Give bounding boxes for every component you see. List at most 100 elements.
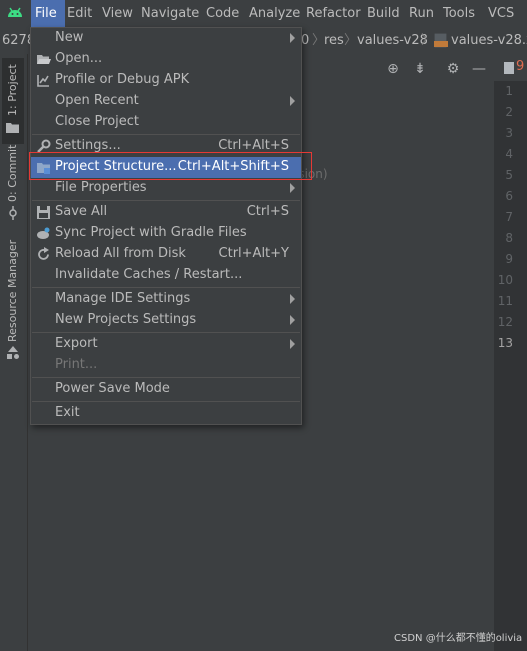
menu-separator	[32, 287, 300, 288]
menu-refactor[interactable]: Refactor	[306, 0, 361, 27]
menu-item-open[interactable]: Open...	[31, 49, 301, 70]
tool-window-stripe: 1: Project 0: Commit Resource Manager	[0, 54, 28, 651]
menu-item-reload-from-disk[interactable]: Reload All from Disk Ctrl+Alt+Y	[31, 244, 301, 265]
gear-icon[interactable]: ⚙	[443, 58, 463, 80]
menu-item-invalidate-caches[interactable]: Invalidate Caches / Restart...	[31, 265, 301, 286]
line-number: 5	[505, 168, 513, 182]
submenu-arrow-icon	[290, 294, 295, 304]
menu-edit[interactable]: Edit	[67, 0, 92, 27]
resource-manager-icon	[7, 346, 19, 359]
menu-code[interactable]: Code	[206, 0, 239, 27]
submenu-arrow-icon	[290, 96, 295, 106]
menu-item-label: Manage IDE Settings	[55, 291, 191, 306]
submenu-arrow-icon	[290, 339, 295, 349]
menu-bar: File Edit View Navigate Code Analyze Ref…	[0, 0, 527, 27]
file-menu-dropdown: New Open... Profile or Debug APK Open Re…	[30, 27, 302, 425]
menu-item-label: Settings...	[55, 138, 121, 153]
line-number: 9	[505, 252, 513, 266]
menu-item-new[interactable]: New	[31, 28, 301, 49]
menu-view[interactable]: View	[102, 0, 133, 27]
watermark: CSDN @什么都不懂的olivia	[394, 633, 523, 644]
menu-navigate[interactable]: Navigate	[141, 0, 199, 27]
menu-item-shortcut: Ctrl+Alt+Y	[218, 246, 289, 261]
breadcrumb-separator-icon: 〉	[344, 33, 358, 48]
tab-project[interactable]: 1: Project	[2, 58, 24, 144]
menu-separator	[32, 134, 300, 135]
project-panel-toolbar: ⊕ ⇟ ⚙ —	[375, 58, 494, 80]
profile-apk-icon	[37, 75, 49, 87]
menu-run[interactable]: Run	[409, 0, 434, 27]
menu-analyze[interactable]: Analyze	[249, 0, 300, 27]
menu-separator	[32, 401, 300, 402]
menu-tools[interactable]: Tools	[443, 0, 475, 27]
locate-file-icon[interactable]: ⊕	[383, 58, 403, 80]
menu-item-power-save-mode[interactable]: Power Save Mode	[31, 379, 301, 400]
line-number: 10	[497, 273, 513, 287]
menu-item-label: Reload All from Disk	[55, 246, 186, 261]
menu-item-label: Open Recent	[55, 93, 139, 108]
hide-icon[interactable]: —	[469, 58, 489, 80]
menu-item-open-recent[interactable]: Open Recent	[31, 91, 301, 112]
submenu-arrow-icon	[290, 315, 295, 325]
line-number: 1	[505, 84, 513, 98]
submenu-arrow-icon	[290, 183, 295, 193]
gradle-sync-icon	[37, 227, 50, 239]
annotation-highlight-box	[29, 152, 312, 180]
reload-icon	[38, 247, 49, 260]
menu-file[interactable]: File	[31, 0, 65, 27]
menu-vcs[interactable]: VCS	[488, 0, 514, 27]
menu-item-print[interactable]: Print...	[31, 355, 301, 376]
collapse-all-icon[interactable]: ⇟	[410, 58, 430, 80]
editor-tab-bar: 9	[494, 54, 527, 82]
line-number: 6	[505, 189, 513, 203]
menu-item-close-project[interactable]: Close Project	[31, 112, 301, 133]
editor-tab-label[interactable]: 9	[516, 59, 524, 74]
menu-item-shortcut: Ctrl+S	[246, 204, 289, 219]
tab-commit-label: 0: Commit	[6, 144, 19, 202]
menu-item-file-properties[interactable]: File Properties	[31, 178, 301, 199]
menu-item-label: Exit	[55, 405, 80, 420]
menu-separator	[32, 332, 300, 333]
tab-project-label: 1: Project	[6, 64, 19, 116]
line-number: 4	[505, 147, 513, 161]
tab-resource-manager[interactable]: Resource Manager	[2, 239, 24, 364]
line-number: 12	[497, 315, 513, 329]
line-number: 3	[505, 126, 513, 140]
menu-separator	[32, 377, 300, 378]
menu-item-new-projects-settings[interactable]: New Projects Settings	[31, 310, 301, 331]
line-number-gutter: 1 2 3 4 5 6 7 8 9 10 11 12 13	[494, 81, 527, 651]
tab-resource-manager-label: Resource Manager	[6, 239, 19, 342]
breadcrumb-path[interactable]: 0	[301, 27, 309, 54]
menu-item-manage-ide-settings[interactable]: Manage IDE Settings	[31, 289, 301, 310]
tab-commit[interactable]: 0: Commit	[2, 145, 24, 222]
menu-item-label: File Properties	[55, 180, 147, 195]
line-number: 2	[505, 105, 513, 119]
menu-build[interactable]: Build	[367, 0, 400, 27]
line-number: 8	[505, 231, 513, 245]
breadcrumb-folder[interactable]: values-v28	[357, 27, 428, 54]
menu-item-exit[interactable]: Exit	[31, 403, 301, 424]
menu-item-label: Save All	[55, 204, 108, 219]
save-icon	[37, 206, 50, 219]
menu-item-label: Export	[55, 336, 98, 351]
breadcrumb-separator-icon: 〉	[421, 33, 435, 48]
line-number: 11	[497, 294, 513, 308]
menu-item-profile-debug-apk[interactable]: Profile or Debug APK	[31, 70, 301, 91]
breadcrumb-file[interactable]: values-v28.xn	[451, 27, 527, 54]
menu-item-export[interactable]: Export	[31, 334, 301, 355]
folder-open-icon	[37, 55, 51, 64]
menu-item-save-all[interactable]: Save All Ctrl+S	[31, 202, 301, 223]
line-number: 7	[505, 210, 513, 224]
breadcrumb-res[interactable]: res	[324, 27, 344, 54]
commit-icon	[9, 206, 17, 220]
editor-tab-file-icon[interactable]	[504, 62, 514, 74]
menu-item-label: Open...	[55, 51, 103, 66]
submenu-arrow-icon	[290, 33, 295, 43]
menu-item-label: Power Save Mode	[55, 381, 170, 396]
menu-item-label: New	[55, 30, 84, 45]
menu-item-shortcut: Ctrl+Alt+S	[218, 138, 289, 153]
menu-item-sync-gradle[interactable]: Sync Project with Gradle Files	[31, 223, 301, 244]
menu-item-label: Close Project	[55, 114, 140, 129]
menu-item-label: Print...	[55, 357, 98, 372]
xml-file-icon	[434, 33, 448, 48]
